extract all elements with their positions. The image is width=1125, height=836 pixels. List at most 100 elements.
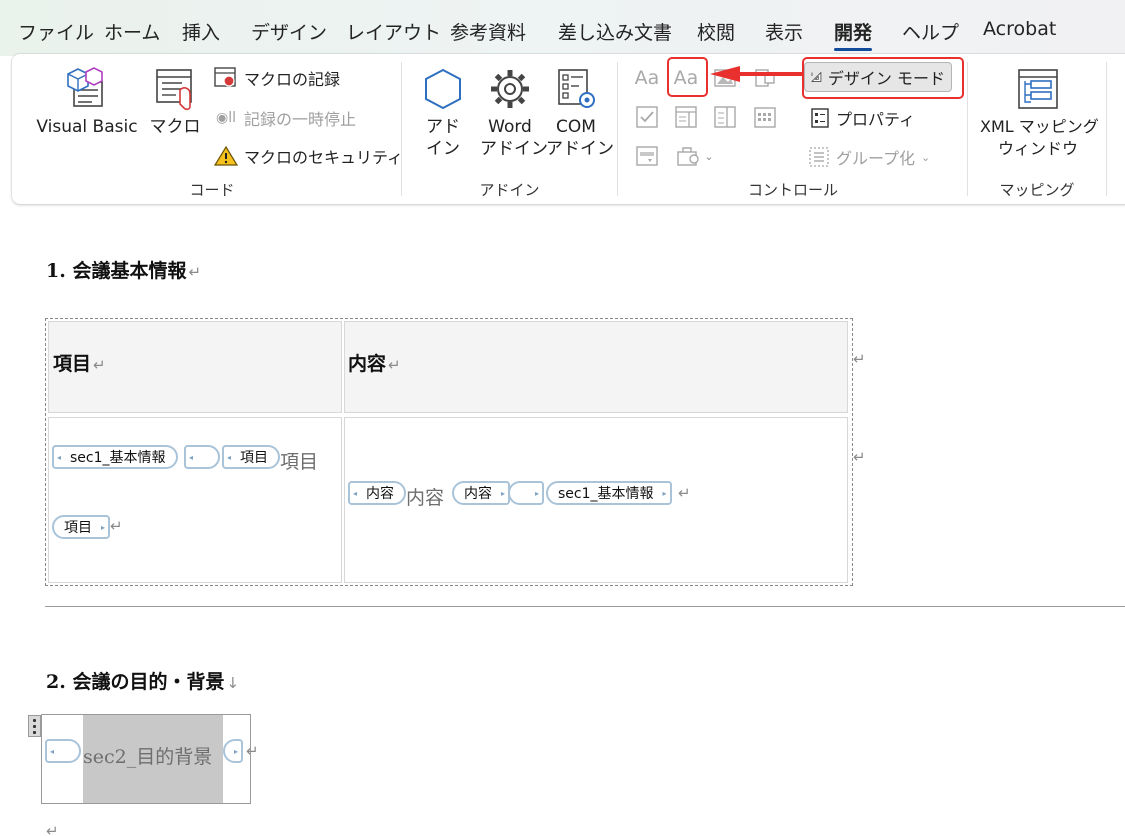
tab-view[interactable]: 表示: [765, 18, 803, 45]
combo-box-control-button[interactable]: [673, 104, 699, 130]
macro-button[interactable]: マクロ: [148, 66, 202, 138]
warning-icon: [214, 145, 238, 166]
properties-icon: [811, 108, 829, 128]
com-addin-label-line2: アドイン: [546, 139, 614, 159]
macro-icon: [156, 69, 192, 111]
content-control-handle[interactable]: [28, 715, 41, 737]
group-icon: [809, 147, 829, 167]
rich-text-control-button[interactable]: Aa: [634, 65, 660, 91]
tab-developer[interactable]: 開発: [834, 18, 873, 51]
record-macro-label: マクロの記録: [244, 70, 341, 89]
section1-heading[interactable]: 1. 会議基本情報 ↵: [46, 256, 201, 283]
highlight-plain-text-control: [667, 57, 708, 97]
toolbox-icon: [677, 147, 700, 166]
tab-acrobat[interactable]: Acrobat: [983, 18, 1056, 40]
gear-icon: [491, 70, 529, 108]
group-separator: [967, 62, 968, 196]
paragraph-mark: ↵: [110, 517, 123, 535]
tab-mailings[interactable]: 差し込み文書: [558, 18, 672, 45]
content-control-start-tag-content[interactable]: 内容: [348, 481, 406, 505]
group-label-addins: アドイン: [479, 181, 540, 199]
info-table: 項目↵ 内容↵ sec1_基本情報 項目 項目 項目 ↵ 内容 内容 内容 se…: [45, 318, 853, 586]
placeholder-item[interactable]: 項目: [280, 447, 318, 474]
visual-basic-button[interactable]: Visual Basic: [32, 66, 142, 138]
content-control-end-tag-content[interactable]: 内容: [452, 481, 510, 505]
table-cell-item[interactable]: [48, 417, 342, 583]
tab-help[interactable]: ヘルプ: [902, 18, 959, 45]
dropdown-list-control-button[interactable]: [712, 104, 738, 130]
group-label: グループ化: [836, 149, 916, 168]
xml-mapping-pane-button[interactable]: XML マッピング ウィンドウ: [980, 66, 1099, 160]
content-control-start-tag-sec1[interactable]: sec1_基本情報: [52, 445, 178, 469]
paragraph-mark: ↵: [246, 742, 259, 760]
legacy-forms-button[interactable]: [634, 143, 660, 169]
tab-design[interactable]: デザイン: [251, 18, 327, 45]
row-end-mark: ↵: [853, 350, 866, 368]
placeholder-content[interactable]: 内容: [406, 483, 444, 510]
xml-mapping-icon: [1018, 69, 1058, 109]
section2-heading-text: 2. 会議の目的・背景: [46, 671, 225, 693]
group-label-mapping: マッピング: [999, 181, 1075, 199]
record-macro-button[interactable]: マクロの記録: [214, 66, 340, 90]
addin-label-line1: アド: [426, 117, 460, 137]
paragraph-mark: ↵: [678, 484, 691, 502]
table-header-item: 項目 ↵: [53, 349, 106, 376]
tab-review[interactable]: 校閲: [697, 18, 735, 45]
tab-file[interactable]: ファイル: [18, 18, 94, 45]
table-header-content: 内容 ↵: [348, 349, 401, 376]
group-dropdown[interactable]: グループ化 ⌄: [808, 145, 930, 169]
macro-security-button[interactable]: マクロのセキュリティ: [214, 144, 403, 168]
tab-references[interactable]: 参考資料: [450, 18, 526, 45]
content-control-end-tag-empty[interactable]: [508, 481, 544, 505]
pause-recording-label: 記録の一時停止: [244, 110, 357, 129]
visual-basic-label: Visual Basic: [36, 117, 138, 137]
properties-button[interactable]: プロパティ: [810, 106, 915, 130]
chevron-down-icon: ⌄: [704, 149, 714, 163]
horizontal-rule: [45, 606, 1125, 607]
content-control-end-tag-sec2[interactable]: [223, 739, 243, 763]
group-separator: [617, 62, 618, 196]
tab-insert[interactable]: 挿入: [182, 18, 220, 45]
tab-home[interactable]: ホーム: [104, 18, 160, 45]
paragraph-mark: ↵: [93, 356, 106, 374]
xml-mapping-label-line1: XML マッピング: [980, 117, 1099, 136]
paragraph-mark: ↵: [188, 263, 202, 281]
word-addin-label-line2: アドイン: [480, 139, 548, 159]
macro-security-label: マクロのセキュリティ: [244, 148, 404, 167]
combo-box-icon: [675, 106, 697, 128]
table-header-cell-content[interactable]: [344, 321, 848, 413]
legacy-tools-dropdown[interactable]: ⌄: [673, 143, 717, 169]
section1-heading-text: 1. 会議基本情報: [46, 260, 187, 282]
date-picker-control-button[interactable]: [752, 104, 778, 130]
dropdown-list-icon: [714, 106, 736, 128]
line-break-mark: ↓: [226, 674, 240, 692]
highlight-design-mode: [802, 57, 964, 99]
group-separator: [401, 62, 402, 196]
word-addin-label-line1: Word: [488, 117, 532, 137]
visual-basic-icon: [67, 67, 103, 107]
row-end-mark: ↵: [853, 448, 866, 466]
content-control-start-tag-item[interactable]: 項目: [222, 445, 280, 469]
placeholder-sec2[interactable]: sec2_目的背景: [83, 742, 212, 769]
addin-label-line2: イン: [426, 139, 460, 159]
table-header-content-text: 内容: [348, 353, 387, 375]
section2-heading[interactable]: 2. 会議の目的・背景 ↓: [46, 667, 239, 694]
pause-recording-button[interactable]: ◉ll 記録の一時停止: [214, 106, 356, 130]
xml-mapping-label-line2: ウィンドウ: [997, 139, 1078, 158]
content-control-start-tag-empty[interactable]: [184, 445, 220, 469]
addin-button[interactable]: アド イン: [418, 66, 468, 160]
pause-icon: ◉ll: [216, 110, 236, 126]
paragraph-mark: ↵: [388, 356, 401, 374]
ribbon-tab-bar: ファイル ホーム 挿入 デザイン レイアウト 参考資料 差し込み文書 校閲 表示…: [0, 0, 1125, 56]
section2-content-control[interactable]: sec2_目的背景: [41, 714, 251, 804]
word-addin-button[interactable]: Word アドイン: [480, 66, 548, 160]
content-control-end-tag-item[interactable]: 項目: [52, 515, 110, 539]
legacy-forms-icon: [636, 146, 658, 166]
calendar-icon: [754, 107, 776, 128]
com-addin-button[interactable]: COM アドイン: [546, 66, 614, 160]
content-control-end-tag-sec1[interactable]: sec1_基本情報: [546, 481, 672, 505]
content-control-start-tag-sec2[interactable]: [45, 739, 81, 763]
tab-layout[interactable]: レイアウト: [346, 18, 441, 45]
checkbox-control-button[interactable]: [634, 104, 660, 130]
com-addin-label-line1: COM: [556, 117, 596, 137]
